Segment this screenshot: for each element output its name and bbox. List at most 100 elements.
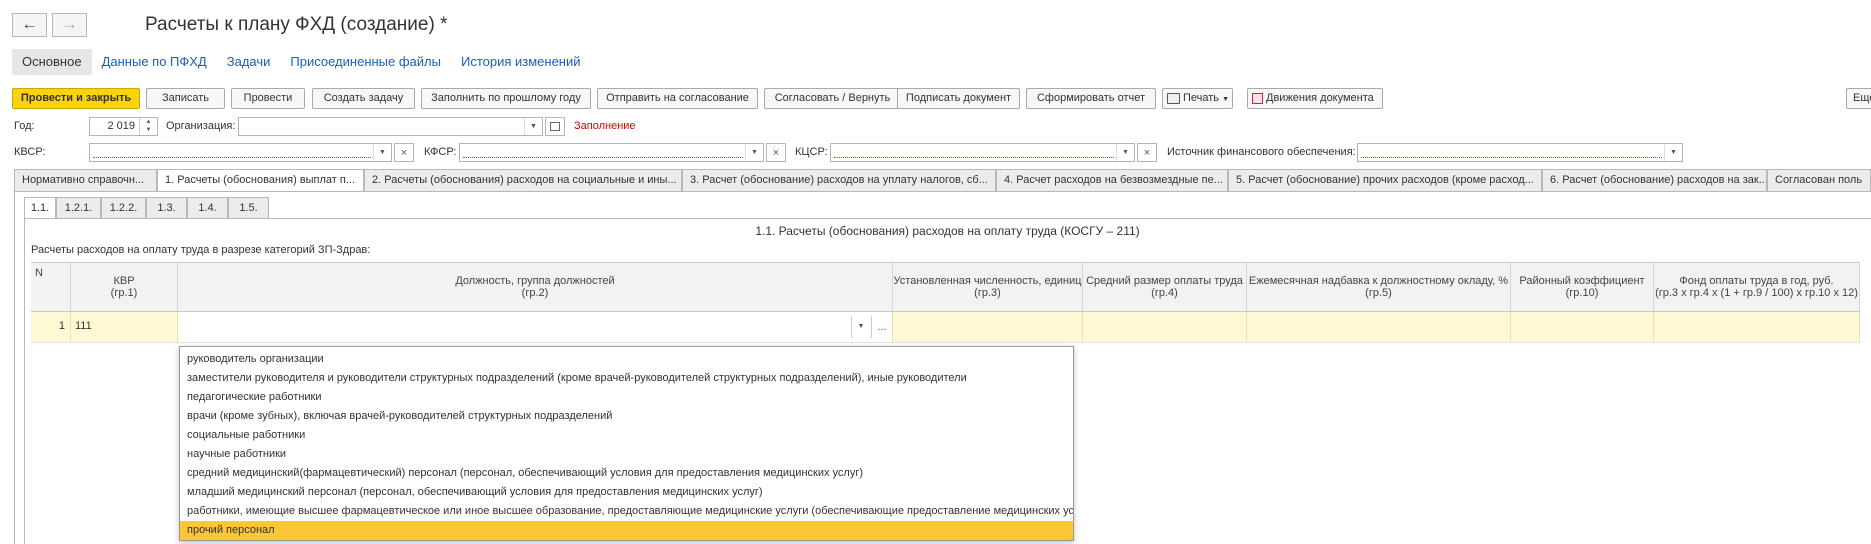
row-number-cell[interactable]: 1 — [31, 312, 71, 342]
fill-prev-year-button[interactable]: Заполнить по прошлому году — [421, 88, 591, 109]
column-header-n-label: N — [35, 267, 43, 279]
tab-pfhd-data[interactable]: Данные по ПФХД — [92, 49, 217, 75]
post-and-close-button[interactable]: Провести и закрыть — [12, 88, 140, 109]
list-item[interactable]: социальные работники — [180, 426, 1073, 445]
column-header-label: Установленная численность, единиц — [893, 275, 1082, 287]
funding-source-field[interactable]: ▼ — [1357, 143, 1683, 162]
tab-social-calc[interactable]: 2. Расчеты (обоснования) расходов на соц… — [364, 169, 682, 191]
tab-taxes-calc[interactable]: 3. Расчет (обоснование) расходов на упла… — [682, 169, 996, 191]
back-button[interactable]: ← — [12, 13, 47, 37]
section-subtitle: Расчеты расходов на оплату труда в разре… — [31, 244, 371, 256]
tab-tasks[interactable]: Задачи — [217, 49, 281, 75]
list-item-selected[interactable]: прочий персонал — [180, 521, 1073, 540]
tab-salary-calc[interactable]: 1. Расчеты (обоснования) выплат п... — [157, 169, 364, 192]
region-coef-cell[interactable] — [1511, 312, 1654, 342]
column-header-label: Средний размер оплаты труда — [1086, 275, 1243, 287]
subtab-1-2-2[interactable]: 1.2.2. — [101, 197, 146, 218]
open-organization-button[interactable] — [545, 117, 565, 136]
year-stepper[interactable]: ▲ ▼ — [139, 118, 157, 135]
tab-normative[interactable]: Нормативно справочн... — [14, 169, 157, 191]
chevron-down-icon[interactable]: ▼ — [745, 144, 763, 161]
tab-attached-files[interactable]: Присоединенные файлы — [280, 49, 451, 75]
kvsr-clear-button[interactable]: × — [394, 143, 414, 162]
print-button[interactable]: Печать ▼ — [1162, 88, 1233, 109]
chevron-down-icon[interactable]: ▼ — [1664, 144, 1682, 161]
avg-pay-cell[interactable] — [1083, 312, 1247, 342]
make-report-button[interactable]: Сформировать отчет — [1026, 88, 1156, 109]
chevron-down-icon[interactable]: ▼ — [1116, 144, 1134, 161]
column-header-n[interactable]: N — [31, 262, 71, 312]
column-header-sub: (гр.5) — [1365, 287, 1392, 299]
year-label: Год: — [14, 120, 35, 132]
list-item[interactable]: врачи (кроме зубных), включая врачей-рук… — [180, 407, 1073, 426]
column-header-label: Районный коэффициент — [1519, 275, 1645, 287]
write-button[interactable]: Записать — [146, 88, 225, 109]
funding-source-label: Источник финансового обеспечения: — [1167, 146, 1356, 158]
tab-procurement-calc[interactable]: 6. Расчет (обоснование) расходов на зак.… — [1542, 169, 1767, 191]
column-header-label: Ежемесячная надбавка к должностному окла… — [1248, 275, 1509, 287]
list-item[interactable]: педагогические работники — [180, 388, 1073, 407]
tab-main[interactable]: Основное — [12, 49, 92, 75]
tab-gratuitous-calc[interactable]: 4. Расчет расходов на безвозмездные пе..… — [996, 169, 1228, 191]
movements-label: Движения документа — [1266, 92, 1374, 104]
column-header-count[interactable]: Установленная численность, единиц (гр.3) — [893, 262, 1083, 312]
position-dropdown-list: руководитель организации заместители рук… — [179, 346, 1074, 541]
list-item[interactable]: младший медицинский персонал (персонал, … — [180, 483, 1073, 502]
send-approval-button[interactable]: Отправить на согласование — [597, 88, 758, 109]
column-header-position[interactable]: Должность, группа должностей (гр.2) — [178, 262, 893, 312]
kfsr-clear-button[interactable]: × — [766, 143, 786, 162]
create-task-button[interactable]: Создать задачу — [312, 88, 415, 109]
list-item[interactable]: научные работники — [180, 445, 1073, 464]
document-movements-button[interactable]: Движения документа — [1247, 88, 1383, 109]
count-cell[interactable] — [893, 312, 1083, 342]
tab-history[interactable]: История изменений — [451, 49, 591, 75]
kvsr-field[interactable]: ▼ — [89, 143, 392, 162]
section-title: 1.1. Расчеты (обоснования) расходов на о… — [755, 224, 1140, 238]
tab-approved[interactable]: Согласован поль — [1767, 169, 1871, 191]
arrow-right-icon: → — [61, 16, 78, 33]
printer-icon — [1167, 92, 1180, 104]
kcsr-field[interactable]: ▼ — [830, 143, 1135, 162]
kfsr-field[interactable]: ▼ — [459, 143, 764, 162]
fund-cell[interactable] — [1654, 312, 1860, 342]
close-icon: × — [400, 146, 408, 159]
position-cell[interactable]: ▼ ... — [178, 312, 893, 342]
subtab-1-5[interactable]: 1.5. — [228, 197, 269, 218]
chevron-down-icon[interactable]: ▼ — [524, 118, 542, 135]
subtab-1-2-1[interactable]: 1.2.1. — [56, 197, 101, 218]
column-header-label: Должность, группа должностей — [455, 275, 615, 287]
post-button[interactable]: Провести — [231, 88, 305, 109]
page-title: Расчеты к плану ФХД (создание) * — [145, 14, 448, 35]
list-item[interactable]: средний медицинский(фармацевтический) пе… — [180, 464, 1073, 483]
column-header-bonus[interactable]: Ежемесячная надбавка к должностному окла… — [1247, 262, 1511, 312]
list-item[interactable]: заместители руководителя и руководители … — [180, 369, 1073, 388]
approve-return-button[interactable]: Согласовать / Вернуть — [764, 88, 901, 109]
column-header-kvr[interactable]: КВР (гр.1) — [71, 262, 178, 312]
close-icon: × — [1143, 146, 1151, 159]
column-header-fund[interactable]: Фонд оплаты труда в год, руб. (гр.3 х гр.… — [1654, 262, 1860, 312]
list-item[interactable]: руководитель организации — [180, 350, 1073, 369]
column-header-region-coef[interactable]: Районный коэффициент (гр.10) — [1511, 262, 1654, 312]
subtab-1-4[interactable]: 1.4. — [187, 197, 228, 218]
year-field[interactable]: 2 019 ▲ ▼ — [89, 117, 158, 136]
select-button[interactable]: ... — [871, 316, 892, 338]
kfsr-label: КФСР: — [424, 146, 457, 158]
tab-other-calc[interactable]: 5. Расчет (обоснование) прочих расходов … — [1228, 169, 1542, 191]
kvr-cell[interactable]: 111 — [71, 312, 178, 342]
forward-button[interactable]: → — [52, 13, 87, 37]
open-window-icon — [550, 122, 560, 131]
section-tabs: Основное Данные по ПФХД Задачи Присоедин… — [12, 49, 591, 75]
arrow-left-icon: ← — [21, 16, 38, 33]
kcsr-clear-button[interactable]: × — [1137, 143, 1157, 162]
chevron-down-icon[interactable]: ▼ — [851, 316, 870, 338]
more-button[interactable]: Еще — [1846, 88, 1871, 109]
column-header-avg-pay[interactable]: Средний размер оплаты труда (гр.4) — [1083, 262, 1247, 312]
subtab-1-3[interactable]: 1.3. — [146, 197, 187, 218]
list-item[interactable]: работники, имеющие высшее фармацевтическ… — [180, 502, 1073, 521]
organization-label: Организация: — [166, 120, 236, 132]
bonus-cell[interactable] — [1247, 312, 1511, 342]
subtab-1-1[interactable]: 1.1. — [24, 197, 56, 219]
chevron-down-icon[interactable]: ▼ — [373, 144, 391, 161]
organization-field[interactable]: ▼ — [238, 117, 543, 136]
sign-document-button[interactable]: Подписать документ — [897, 88, 1020, 109]
